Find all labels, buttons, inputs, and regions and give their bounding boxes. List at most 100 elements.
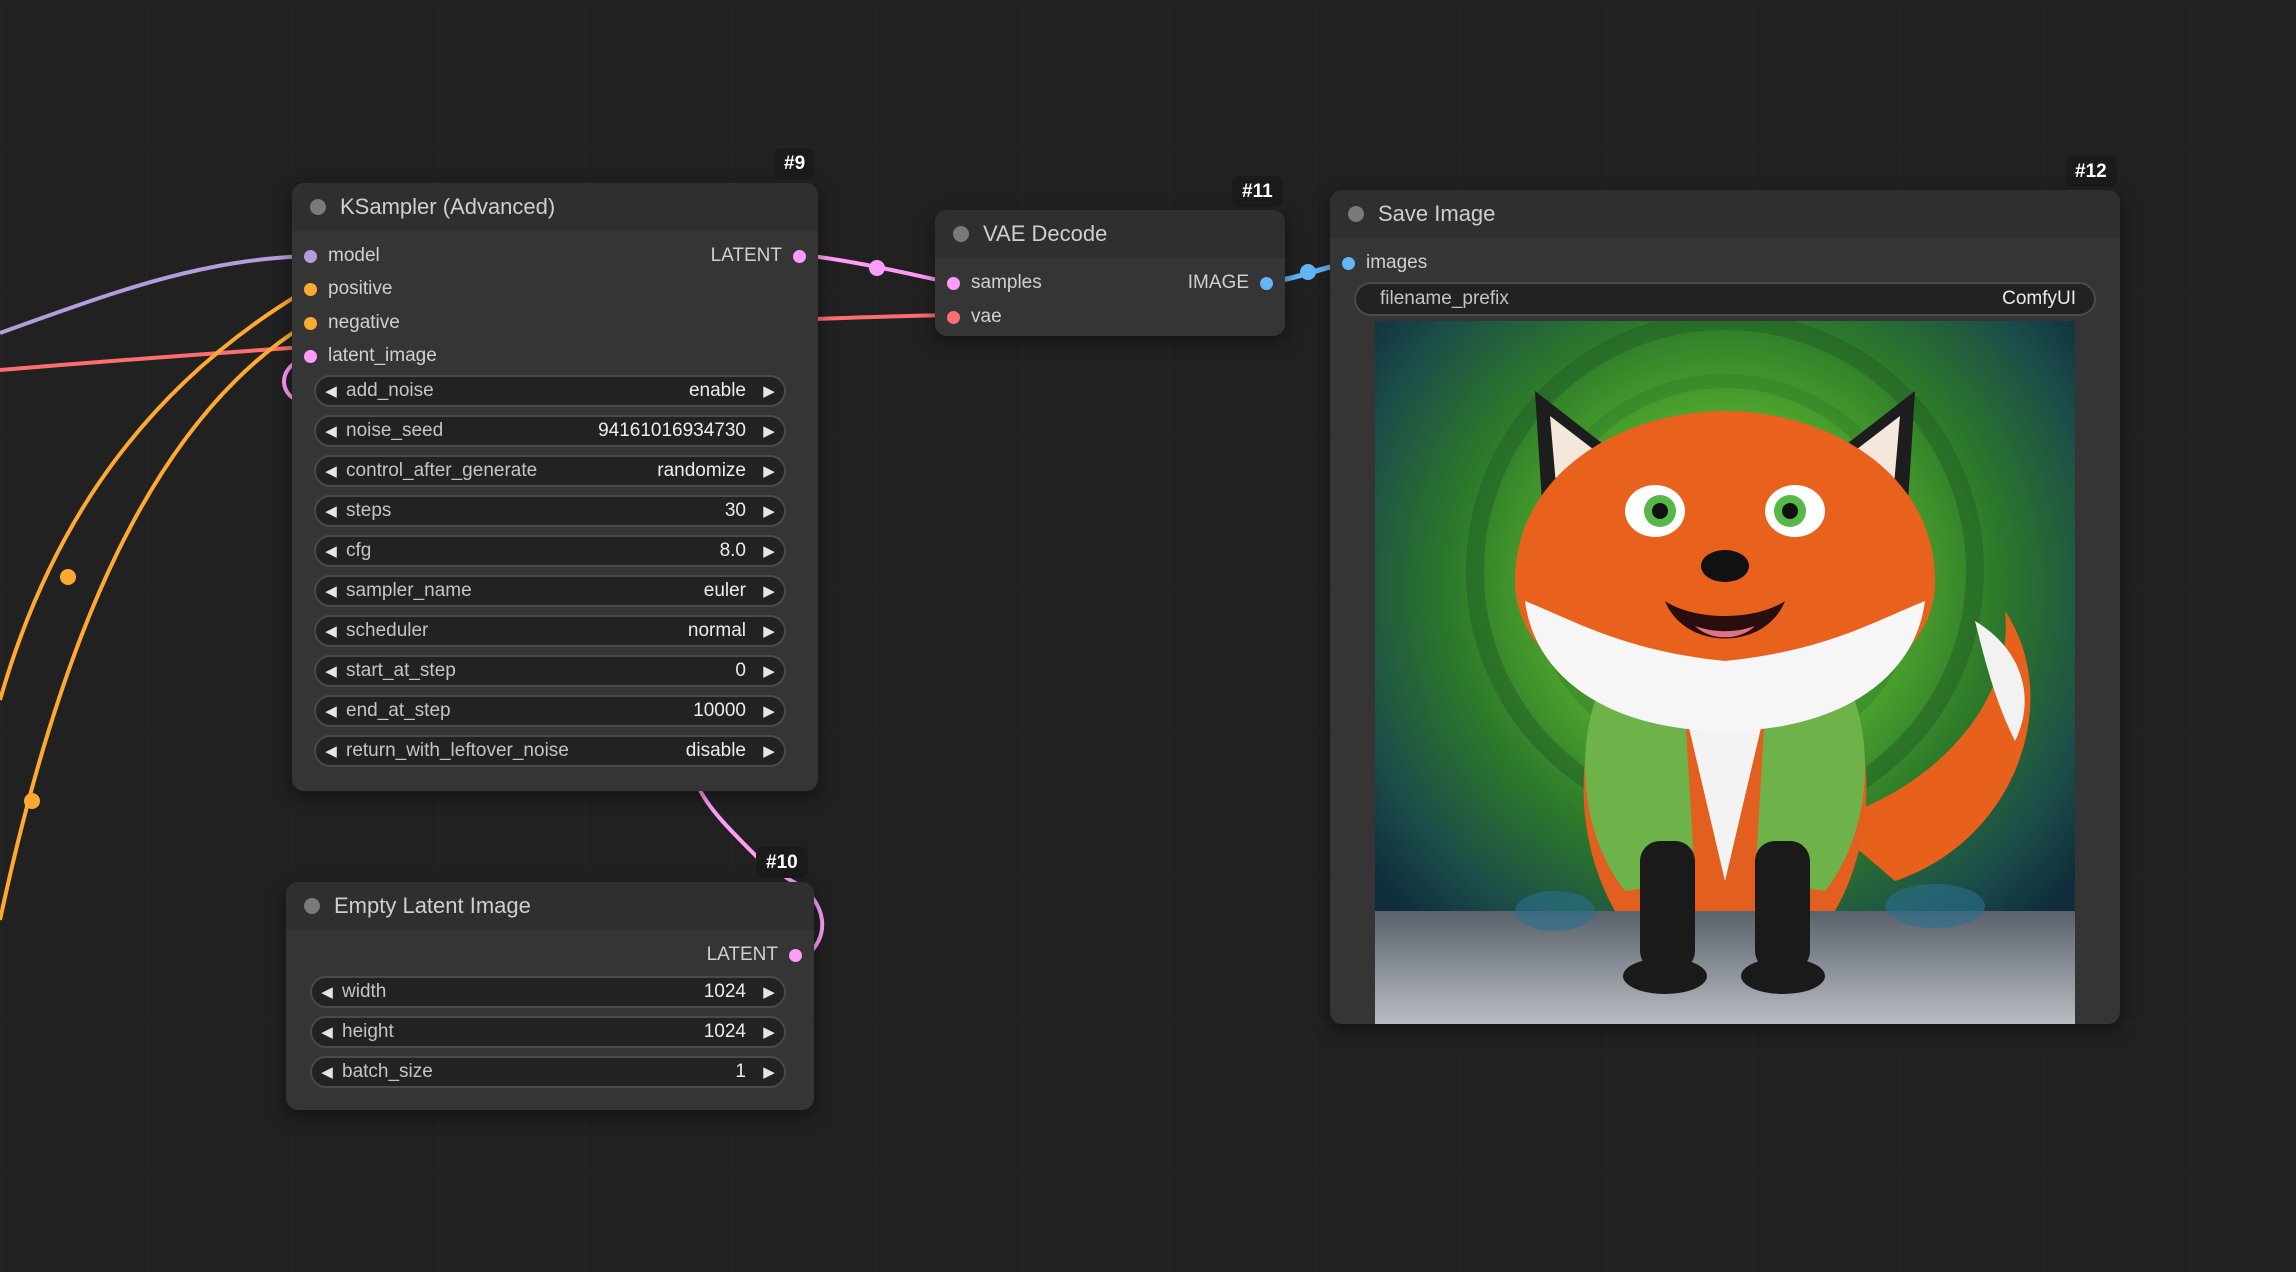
widget-height[interactable]: ◀ height 1024 ▶ [310, 1016, 786, 1048]
increment-arrow-icon[interactable]: ▶ [754, 1063, 784, 1081]
output-slot-image[interactable]: IMAGE [1188, 268, 1273, 298]
increment-arrow-icon[interactable]: ▶ [754, 582, 784, 600]
widget-label: add_noise [346, 380, 434, 401]
ksampler-advanced-node[interactable]: KSampler (Advanced) model positive negat… [292, 183, 818, 791]
collapse-toggle[interactable] [304, 898, 320, 914]
widget-noise-seed[interactable]: ◀ noise_seed 94161016934730 ▶ [314, 415, 786, 447]
widget-value[interactable]: ComfyUI [2002, 288, 2076, 310]
widget-value[interactable]: 1024 [704, 981, 754, 1003]
increment-arrow-icon[interactable]: ▶ [754, 662, 784, 680]
widget-label: scheduler [346, 620, 429, 641]
widget-value[interactable]: 1 [735, 1061, 754, 1083]
decrement-arrow-icon[interactable]: ◀ [316, 422, 346, 440]
increment-arrow-icon[interactable]: ▶ [754, 622, 784, 640]
increment-arrow-icon[interactable]: ▶ [754, 382, 784, 400]
node-title: Save Image [1378, 201, 1496, 226]
widget-label: filename_prefix [1380, 288, 1509, 309]
slot-label: model [328, 245, 380, 266]
slot-label: positive [328, 278, 393, 299]
increment-arrow-icon[interactable]: ▶ [754, 542, 784, 560]
fox-illustration [1375, 321, 2075, 1024]
widget-start-at-step[interactable]: ◀ start_at_step 0 ▶ [314, 655, 786, 687]
slot-label: LATENT [706, 944, 778, 965]
decrement-arrow-icon[interactable]: ◀ [312, 1023, 342, 1041]
widget-value[interactable]: euler [704, 580, 754, 602]
input-slot-images[interactable]: images [1342, 248, 1427, 278]
decrement-arrow-icon[interactable]: ◀ [316, 622, 346, 640]
widget-value[interactable]: 10000 [693, 700, 754, 722]
widget-value[interactable]: 0 [735, 660, 754, 682]
node-header[interactable]: Save Image [1330, 190, 2120, 238]
widget-value[interactable]: normal [688, 620, 754, 642]
increment-arrow-icon[interactable]: ▶ [754, 502, 784, 520]
vae-decode-node[interactable]: VAE Decode samples vae IMAGE [935, 210, 1285, 336]
widget-label: end_at_step [346, 700, 451, 721]
node-id-badge: #11 [1232, 176, 1283, 207]
decrement-arrow-icon[interactable]: ◀ [312, 983, 342, 1001]
decrement-arrow-icon[interactable]: ◀ [316, 742, 346, 760]
widget-batch-size[interactable]: ◀ batch_size 1 ▶ [310, 1056, 786, 1088]
decrement-arrow-icon[interactable]: ◀ [316, 462, 346, 480]
decrement-arrow-icon[interactable]: ◀ [316, 542, 346, 560]
node-id-badge: #9 [774, 148, 816, 179]
widget-cfg[interactable]: ◀ cfg 8.0 ▶ [314, 535, 786, 567]
collapse-toggle[interactable] [310, 199, 326, 215]
slot-label: samples [971, 272, 1042, 293]
generated-image-preview[interactable] [1375, 321, 2075, 1024]
widget-value[interactable]: 1024 [704, 1021, 754, 1043]
widget-return-with-leftover-noise[interactable]: ◀ return_with_leftover_noise disable ▶ [314, 735, 786, 767]
input-slot-samples[interactable]: samples [947, 268, 1042, 298]
collapse-toggle[interactable] [1348, 206, 1364, 222]
slot-label: LATENT [710, 245, 782, 266]
empty-latent-image-node[interactable]: Empty Latent Image LATENT ◀ width 1024 ▶… [286, 882, 814, 1110]
widget-width[interactable]: ◀ width 1024 ▶ [310, 976, 786, 1008]
output-slot-latent[interactable]: LATENT [707, 940, 802, 970]
increment-arrow-icon[interactable]: ▶ [754, 1023, 784, 1041]
node-header[interactable]: Empty Latent Image [286, 882, 814, 930]
decrement-arrow-icon[interactable]: ◀ [316, 702, 346, 720]
output-slot-latent[interactable]: LATENT [711, 241, 806, 271]
decrement-arrow-icon[interactable]: ◀ [316, 382, 346, 400]
widget-label: height [342, 1021, 394, 1042]
decrement-arrow-icon[interactable]: ◀ [316, 502, 346, 520]
widget-add-noise[interactable]: ◀ add_noise enable ▶ [314, 375, 786, 407]
widget-value[interactable]: randomize [657, 460, 754, 482]
widget-value[interactable]: enable [689, 380, 754, 402]
widget-label: control_after_generate [346, 460, 538, 481]
widget-steps[interactable]: ◀ steps 30 ▶ [314, 495, 786, 527]
node-id-badge: #12 [2065, 156, 2117, 187]
increment-arrow-icon[interactable]: ▶ [754, 422, 784, 440]
node-header[interactable]: VAE Decode [935, 210, 1285, 258]
decrement-arrow-icon[interactable]: ◀ [312, 1063, 342, 1081]
slot-label: vae [971, 306, 1002, 327]
widget-value[interactable]: 30 [725, 500, 754, 522]
widget-sampler-name[interactable]: ◀ sampler_name euler ▶ [314, 575, 786, 607]
widget-scheduler[interactable]: ◀ scheduler normal ▶ [314, 615, 786, 647]
collapse-toggle[interactable] [953, 226, 969, 242]
input-slot-latent-image[interactable]: latent_image [304, 341, 437, 371]
filename-prefix-field[interactable]: filename_prefix ComfyUI [1354, 282, 2096, 316]
widget-value[interactable]: 8.0 [720, 540, 754, 562]
widget-value[interactable]: 94161016934730 [598, 420, 754, 442]
node-id-badge: #10 [756, 847, 808, 878]
slot-label: IMAGE [1187, 272, 1249, 293]
input-slot-model[interactable]: model [304, 241, 380, 271]
input-slot-vae[interactable]: vae [947, 302, 1002, 332]
widget-label: noise_seed [346, 420, 444, 441]
widget-label: return_with_leftover_noise [346, 740, 569, 761]
widget-end-at-step[interactable]: ◀ end_at_step 10000 ▶ [314, 695, 786, 727]
widget-label: batch_size [342, 1061, 433, 1082]
widget-control-after-generate[interactable]: ◀ control_after_generate randomize ▶ [314, 455, 786, 487]
increment-arrow-icon[interactable]: ▶ [754, 742, 784, 760]
decrement-arrow-icon[interactable]: ◀ [316, 662, 346, 680]
widget-value[interactable]: disable [686, 740, 754, 762]
increment-arrow-icon[interactable]: ▶ [754, 702, 784, 720]
input-slot-negative[interactable]: negative [304, 308, 400, 338]
decrement-arrow-icon[interactable]: ◀ [316, 582, 346, 600]
increment-arrow-icon[interactable]: ▶ [754, 983, 784, 1001]
increment-arrow-icon[interactable]: ▶ [754, 462, 784, 480]
node-title: KSampler (Advanced) [340, 194, 556, 219]
input-slot-positive[interactable]: positive [304, 274, 392, 304]
widget-label: cfg [346, 540, 372, 561]
node-header[interactable]: KSampler (Advanced) [292, 183, 818, 231]
